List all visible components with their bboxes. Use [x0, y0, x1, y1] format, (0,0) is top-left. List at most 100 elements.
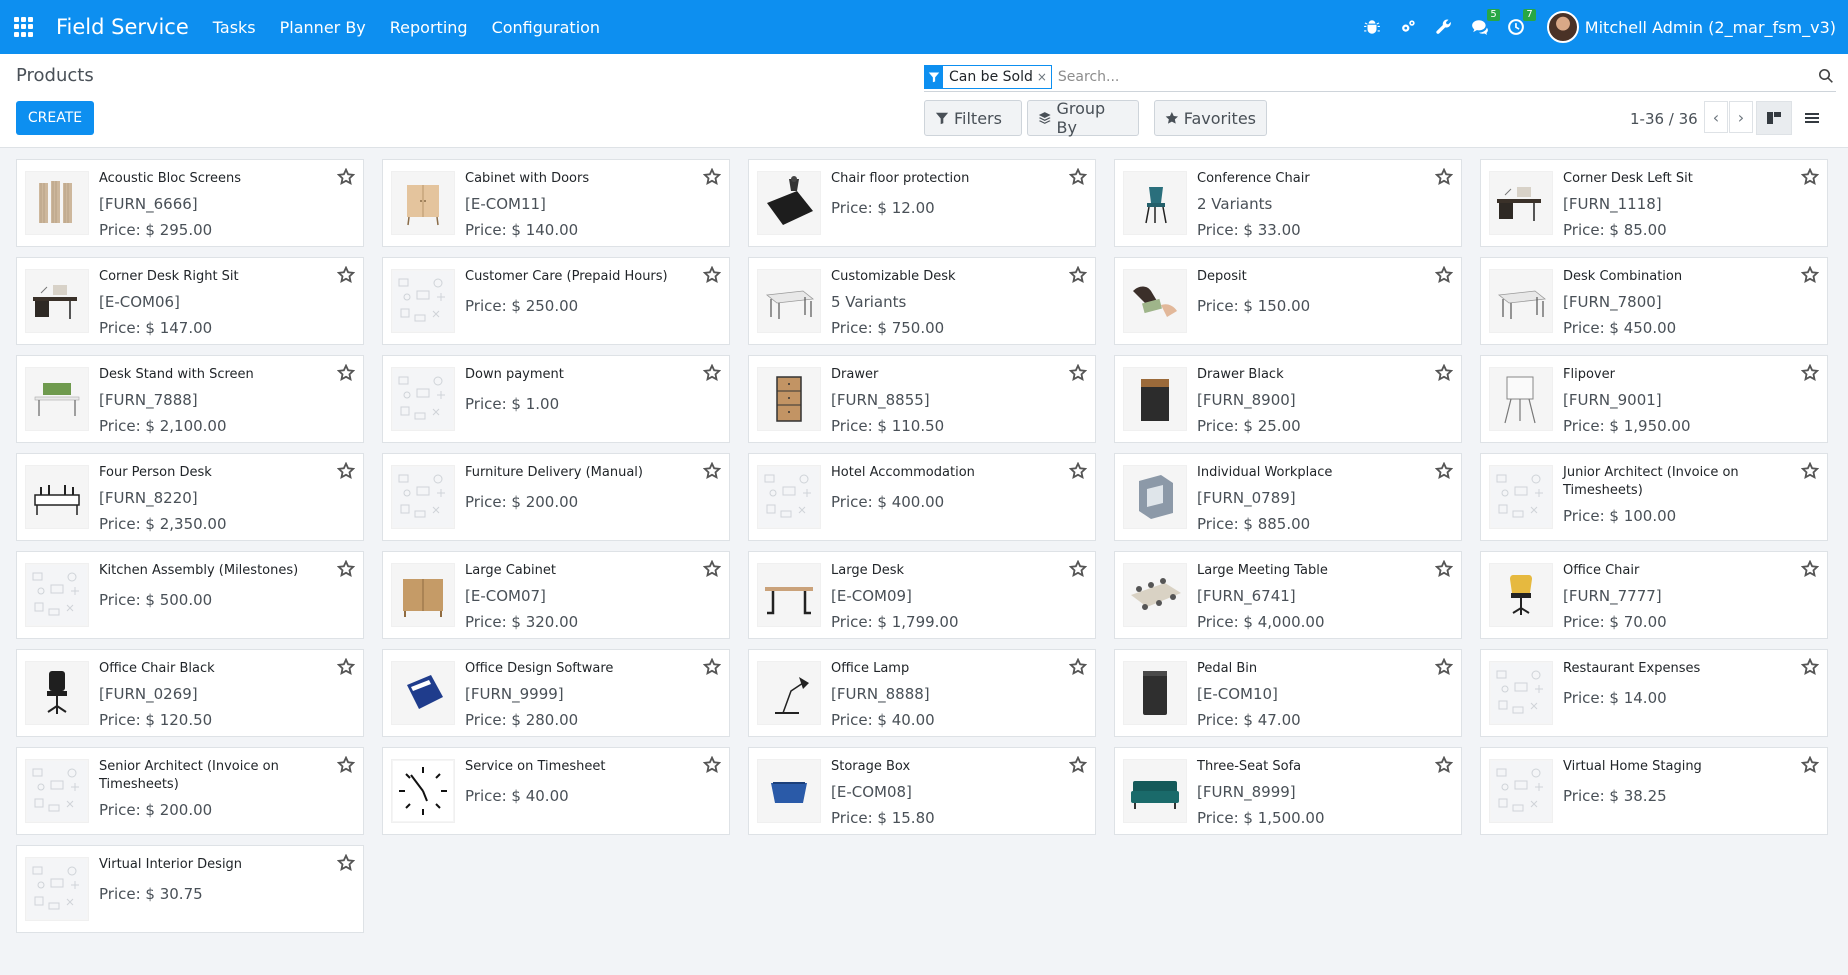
product-card[interactable]: Pedal Bin [E-COM10] Price: $ 47.00 — [1114, 649, 1462, 737]
product-card[interactable]: Acoustic Bloc Screens [FURN_6666] Price: $… — [16, 159, 364, 247]
favorite-star-icon[interactable] — [702, 265, 722, 284]
favorite-star-icon[interactable] — [1068, 461, 1088, 480]
product-card[interactable]: Customer Care (Prepaid Hours) Price: $ 25… — [382, 257, 730, 345]
app-menu-grid-icon[interactable] — [14, 17, 34, 37]
favorite-star-icon[interactable] — [702, 461, 722, 480]
product-card[interactable]: Flipover [FURN_9001] Price: $ 1,950.00 — [1480, 355, 1828, 443]
search-input[interactable] — [1057, 68, 1658, 85]
favorite-star-icon[interactable] — [1434, 363, 1454, 382]
favorite-star-icon[interactable] — [336, 559, 356, 578]
menu-tasks[interactable]: Tasks — [213, 18, 256, 37]
favorite-star-icon[interactable] — [336, 853, 356, 872]
product-card[interactable]: Down payment Price: $ 1.00 — [382, 355, 730, 443]
favorite-star-icon[interactable] — [702, 167, 722, 186]
pager-value[interactable]: 1-36 / 36 — [1630, 110, 1698, 128]
favorite-star-icon[interactable] — [1434, 167, 1454, 186]
favorite-star-icon[interactable] — [1434, 657, 1454, 676]
kanban-view-button[interactable] — [1756, 101, 1792, 135]
favorite-star-icon[interactable] — [1068, 657, 1088, 676]
product-card[interactable]: Cabinet with Doors [E-COM11] Price: $ 140.… — [382, 159, 730, 247]
favorite-star-icon[interactable] — [702, 657, 722, 676]
product-card[interactable]: Four Person Desk [FURN_8220] Price: $ 2,35… — [16, 453, 364, 541]
favorite-star-icon[interactable] — [1800, 657, 1820, 676]
product-card[interactable]: Drawer [FURN_8855] Price: $ 110.50 — [748, 355, 1096, 443]
product-card[interactable]: Individual Workplace [FURN_0789] Price: $ … — [1114, 453, 1462, 541]
favorite-star-icon[interactable] — [336, 265, 356, 284]
favorite-star-icon[interactable] — [1068, 363, 1088, 382]
company-switch-gears-icon[interactable] — [1397, 16, 1419, 38]
facet-remove-button[interactable]: × — [1037, 70, 1051, 84]
favorite-star-icon[interactable] — [1800, 167, 1820, 186]
menu-planner-by[interactable]: Planner By — [280, 18, 366, 37]
product-card[interactable]: Furniture Delivery (Manual) Price: $ 200.… — [382, 453, 730, 541]
product-card[interactable]: Kitchen Assembly (Milestones) Price: $ 50… — [16, 551, 364, 639]
product-image — [1489, 661, 1553, 725]
activities-clock-icon[interactable]: 7 — [1505, 9, 1536, 38]
search-icon[interactable] — [1818, 68, 1834, 84]
product-image — [391, 367, 455, 431]
product-card[interactable]: Customizable Desk 5 Variants Price: $ 750.… — [748, 257, 1096, 345]
menu-reporting[interactable]: Reporting — [390, 18, 468, 37]
favorite-star-icon[interactable] — [1800, 559, 1820, 578]
messages-chat-icon[interactable]: 5 — [1469, 9, 1500, 38]
favorite-star-icon[interactable] — [1800, 755, 1820, 774]
product-card[interactable]: Office Chair Black [FURN_0269] Price: $ 12… — [16, 649, 364, 737]
favorite-star-icon[interactable] — [1800, 461, 1820, 480]
product-card[interactable]: Junior Architect (Invoice on Timesheets)… — [1480, 453, 1828, 541]
product-card[interactable]: Conference Chair 2 Variants Price: $ 33.00 — [1114, 159, 1462, 247]
product-card[interactable]: Senior Architect (Invoice on Timesheets)… — [16, 747, 364, 835]
product-card[interactable]: Service on Timesheet Price: $ 40.00 — [382, 747, 730, 835]
product-card[interactable]: Storage Box [E-COM08] Price: $ 15.80 — [748, 747, 1096, 835]
favorite-star-icon[interactable] — [336, 363, 356, 382]
product-card[interactable]: Large Cabinet [E-COM07] Price: $ 320.00 — [382, 551, 730, 639]
product-card[interactable]: Chair floor protection Price: $ 12.00 — [748, 159, 1096, 247]
filters-button[interactable]: Filters — [924, 100, 1022, 136]
product-card[interactable]: Corner Desk Left Sit [FURN_1118] Price: $ … — [1480, 159, 1828, 247]
pager-next-button[interactable]: › — [1729, 101, 1753, 133]
favorite-star-icon[interactable] — [1068, 167, 1088, 186]
product-card[interactable]: Three-Seat Sofa [FURN_8999] Price: $ 1,500… — [1114, 747, 1462, 835]
product-card[interactable]: Virtual Home Staging Price: $ 38.25 — [1480, 747, 1828, 835]
favorite-star-icon[interactable] — [1800, 265, 1820, 284]
user-avatar[interactable] — [1546, 11, 1579, 43]
favorite-star-icon[interactable] — [336, 755, 356, 774]
favorite-star-icon[interactable] — [702, 559, 722, 578]
product-card[interactable]: Desk Stand with Screen [FURN_7888] Price: … — [16, 355, 364, 443]
favorite-star-icon[interactable] — [1068, 265, 1088, 284]
product-card[interactable]: Deposit Price: $ 150.00 — [1114, 257, 1462, 345]
product-card[interactable]: Desk Combination [FURN_7800] Price: $ 450.… — [1480, 257, 1828, 345]
product-card[interactable]: Office Chair [FURN_7777] Price: $ 70.00 — [1480, 551, 1828, 639]
product-card[interactable]: Virtual Interior Design Price: $ 30.75 — [16, 845, 364, 933]
product-card[interactable]: Large Meeting Table [FURN_6741] Price: $ 4… — [1114, 551, 1462, 639]
favorite-star-icon[interactable] — [1800, 363, 1820, 382]
favorite-star-icon[interactable] — [1068, 755, 1088, 774]
favorites-button[interactable]: Favorites — [1154, 100, 1267, 136]
product-card[interactable]: Restaurant Expenses Price: $ 14.00 — [1480, 649, 1828, 737]
favorite-star-icon[interactable] — [1434, 559, 1454, 578]
group-by-button[interactable]: Group By — [1027, 99, 1139, 137]
create-button[interactable]: CREATE — [16, 101, 94, 135]
menu-configuration[interactable]: Configuration — [492, 18, 601, 37]
wrench-icon[interactable] — [1433, 16, 1455, 38]
debug-bug-icon[interactable] — [1361, 16, 1383, 38]
product-card[interactable]: Large Desk [E-COM09] Price: $ 1,799.00 — [748, 551, 1096, 639]
favorite-star-icon[interactable] — [1068, 559, 1088, 578]
list-view-button[interactable] — [1794, 101, 1830, 135]
favorite-star-icon[interactable] — [702, 363, 722, 382]
favorite-star-icon[interactable] — [336, 461, 356, 480]
product-price: Price: $ 2,350.00 — [99, 515, 227, 533]
favorite-star-icon[interactable] — [1434, 461, 1454, 480]
favorite-star-icon[interactable] — [702, 755, 722, 774]
favorite-star-icon[interactable] — [1434, 755, 1454, 774]
product-card[interactable]: Office Lamp [FURN_8888] Price: $ 40.00 — [748, 649, 1096, 737]
product-card[interactable]: Office Design Software [FURN_9999] Price: … — [382, 649, 730, 737]
product-card[interactable]: Drawer Black [FURN_8900] Price: $ 25.00 — [1114, 355, 1462, 443]
user-name[interactable]: Mitchell Admin (2_mar_fsm_v3) — [1585, 18, 1836, 37]
favorite-star-icon[interactable] — [1434, 265, 1454, 284]
pager-previous-button[interactable]: ‹ — [1704, 101, 1728, 133]
favorite-star-icon[interactable] — [336, 657, 356, 676]
product-card[interactable]: Corner Desk Right Sit [E-COM06] Price: $ 1… — [16, 257, 364, 345]
favorite-star-icon[interactable] — [336, 167, 356, 186]
product-card[interactable]: Hotel Accommodation Price: $ 400.00 — [748, 453, 1096, 541]
app-brand[interactable]: Field Service — [56, 15, 189, 39]
